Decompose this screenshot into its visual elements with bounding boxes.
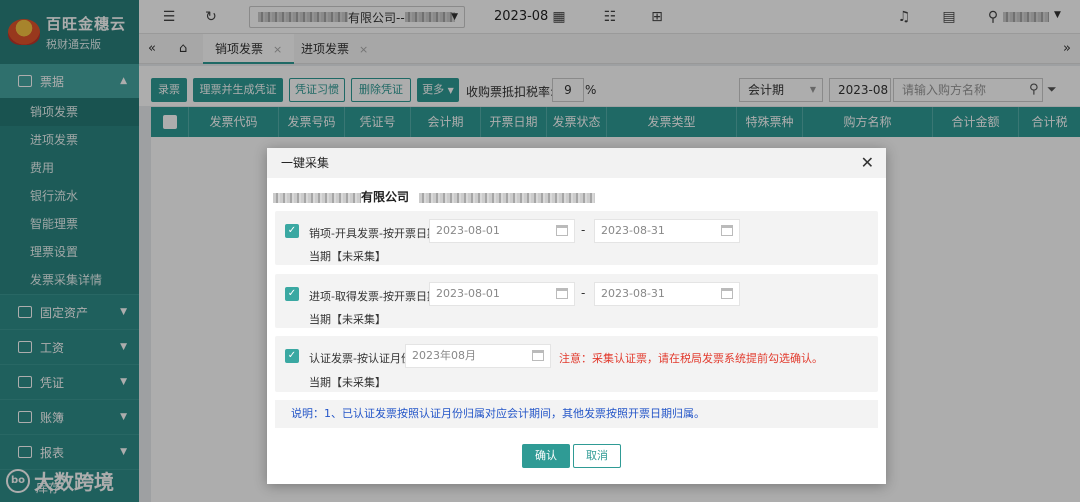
purchase-end-date[interactable]: 2023-08-31 [594, 282, 740, 306]
section-certified-invoice: ✓ 认证发票-按认证月份: 2023年08月 注意：采集认证票，请在税局发票系统… [275, 336, 878, 392]
sales-start-date[interactable]: 2023-08-01 [429, 219, 575, 243]
date-range-dash: - [581, 223, 586, 237]
certified-month[interactable]: 2023年08月 [405, 344, 551, 368]
certified-invoice-label: 认证发票-按认证月份: [309, 352, 416, 365]
section-purchase-invoice: ✓ 进项-取得发票-按开票日期: 2023-08-01 - 2023-08-31… [275, 274, 878, 328]
redacted-text [273, 192, 361, 203]
calendar-icon[interactable] [721, 225, 733, 236]
calendar-icon[interactable] [532, 350, 544, 361]
sales-invoice-checkbox[interactable]: ✓ [285, 224, 299, 238]
date-value: 2023-08-31 [601, 287, 665, 300]
confirm-button[interactable]: 确认 [522, 444, 570, 468]
company-suffix: 有限公司 [361, 190, 410, 204]
sales-invoice-label: 销项-开具发票-按开票日期: [309, 227, 442, 240]
cancel-button[interactable]: 取消 [573, 444, 621, 468]
date-value: 2023-08-31 [601, 224, 665, 237]
collect-dialog: 一键采集 ✕ 有限公司 ✓ 销项-开具发票-按开票日期: 2023-08-01 … [267, 148, 886, 484]
purchase-status: 当期【未采集】 [309, 313, 386, 326]
date-value: 2023-08-01 [436, 224, 500, 237]
certified-status: 当期【未采集】 [309, 376, 386, 389]
dialog-company-name: 有限公司 [273, 188, 596, 205]
purchase-start-date[interactable]: 2023-08-01 [429, 282, 575, 306]
dialog-title: 一键采集 [267, 148, 886, 178]
redacted-text [419, 192, 596, 203]
calendar-icon[interactable] [721, 288, 733, 299]
sales-end-date[interactable]: 2023-08-31 [594, 219, 740, 243]
calendar-icon[interactable] [556, 288, 568, 299]
date-range-dash: - [581, 286, 586, 300]
dialog-explanation: 说明：1、已认证发票按照认证月份归属对应会计期间，其他发票按照开票日期归属。 [275, 400, 878, 428]
purchase-invoice-checkbox[interactable]: ✓ [285, 287, 299, 301]
section-sales-invoice: ✓ 销项-开具发票-按开票日期: 2023-08-01 - 2023-08-31… [275, 211, 878, 265]
calendar-icon[interactable] [556, 225, 568, 236]
certified-notice: 注意：采集认证票，请在税局发票系统提前勾选确认。 [559, 352, 823, 365]
purchase-invoice-label: 进项-取得发票-按开票日期: [309, 290, 442, 303]
month-value: 2023年08月 [412, 349, 476, 362]
date-value: 2023-08-01 [436, 287, 500, 300]
sales-status: 当期【未采集】 [309, 250, 386, 263]
certified-invoice-checkbox[interactable]: ✓ [285, 349, 299, 363]
close-icon[interactable]: ✕ [861, 153, 874, 172]
